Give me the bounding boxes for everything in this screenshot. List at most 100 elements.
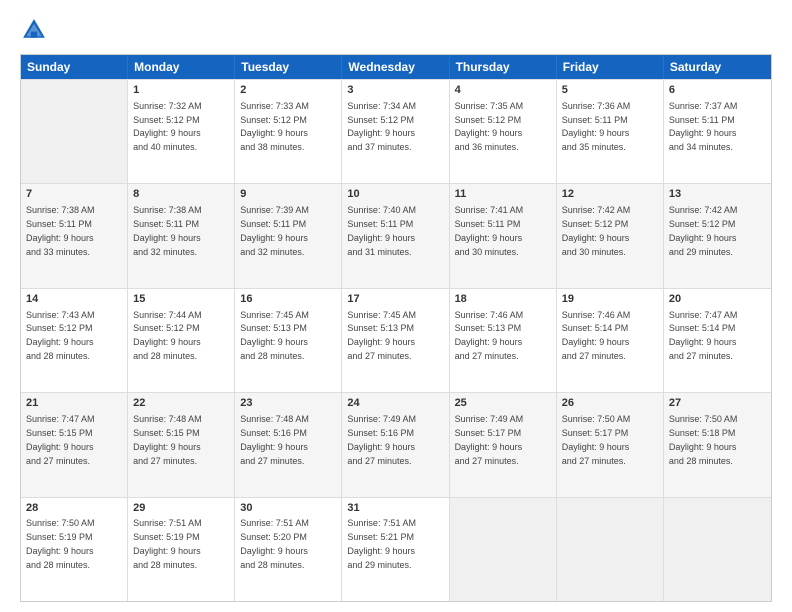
cell-info: Sunrise: 7:49 AMSunset: 5:16 PMDaylight:… xyxy=(347,414,416,465)
day-number: 4 xyxy=(455,83,551,98)
day-number: 25 xyxy=(455,396,551,411)
calendar-cell: 11 Sunrise: 7:41 AMSunset: 5:11 PMDaylig… xyxy=(450,184,557,287)
calendar-cell: 22 Sunrise: 7:48 AMSunset: 5:15 PMDaylig… xyxy=(128,393,235,496)
calendar-cell: 10 Sunrise: 7:40 AMSunset: 5:11 PMDaylig… xyxy=(342,184,449,287)
calendar-cell: 13 Sunrise: 7:42 AMSunset: 5:12 PMDaylig… xyxy=(664,184,771,287)
cell-info: Sunrise: 7:45 AMSunset: 5:13 PMDaylight:… xyxy=(347,310,416,361)
day-number: 12 xyxy=(562,187,658,202)
cell-info: Sunrise: 7:50 AMSunset: 5:18 PMDaylight:… xyxy=(669,414,738,465)
calendar-cell xyxy=(450,498,557,601)
header xyxy=(20,16,772,44)
header-day-tuesday: Tuesday xyxy=(235,55,342,79)
calendar-cell: 7 Sunrise: 7:38 AMSunset: 5:11 PMDayligh… xyxy=(21,184,128,287)
header-day-saturday: Saturday xyxy=(664,55,771,79)
cell-info: Sunrise: 7:39 AMSunset: 5:11 PMDaylight:… xyxy=(240,205,309,256)
calendar-cell: 26 Sunrise: 7:50 AMSunset: 5:17 PMDaylig… xyxy=(557,393,664,496)
day-number: 3 xyxy=(347,83,443,98)
calendar-cell: 6 Sunrise: 7:37 AMSunset: 5:11 PMDayligh… xyxy=(664,80,771,183)
calendar-cell: 14 Sunrise: 7:43 AMSunset: 5:12 PMDaylig… xyxy=(21,289,128,392)
calendar-cell: 2 Sunrise: 7:33 AMSunset: 5:12 PMDayligh… xyxy=(235,80,342,183)
calendar-week-4: 21 Sunrise: 7:47 AMSunset: 5:15 PMDaylig… xyxy=(21,392,771,496)
logo xyxy=(20,16,52,44)
day-number: 10 xyxy=(347,187,443,202)
calendar-week-1: 1 Sunrise: 7:32 AMSunset: 5:12 PMDayligh… xyxy=(21,79,771,183)
calendar-header: SundayMondayTuesdayWednesdayThursdayFrid… xyxy=(21,55,771,79)
calendar-cell: 29 Sunrise: 7:51 AMSunset: 5:19 PMDaylig… xyxy=(128,498,235,601)
calendar-cell: 31 Sunrise: 7:51 AMSunset: 5:21 PMDaylig… xyxy=(342,498,449,601)
cell-info: Sunrise: 7:41 AMSunset: 5:11 PMDaylight:… xyxy=(455,205,524,256)
day-number: 31 xyxy=(347,501,443,516)
cell-info: Sunrise: 7:47 AMSunset: 5:14 PMDaylight:… xyxy=(669,310,738,361)
cell-info: Sunrise: 7:43 AMSunset: 5:12 PMDaylight:… xyxy=(26,310,95,361)
calendar-cell xyxy=(557,498,664,601)
calendar-cell: 28 Sunrise: 7:50 AMSunset: 5:19 PMDaylig… xyxy=(21,498,128,601)
cell-info: Sunrise: 7:46 AMSunset: 5:13 PMDaylight:… xyxy=(455,310,524,361)
calendar-cell: 8 Sunrise: 7:38 AMSunset: 5:11 PMDayligh… xyxy=(128,184,235,287)
day-number: 29 xyxy=(133,501,229,516)
cell-info: Sunrise: 7:46 AMSunset: 5:14 PMDaylight:… xyxy=(562,310,631,361)
calendar-cell: 18 Sunrise: 7:46 AMSunset: 5:13 PMDaylig… xyxy=(450,289,557,392)
logo-icon xyxy=(20,16,48,44)
day-number: 26 xyxy=(562,396,658,411)
cell-info: Sunrise: 7:34 AMSunset: 5:12 PMDaylight:… xyxy=(347,101,416,152)
calendar-cell: 1 Sunrise: 7:32 AMSunset: 5:12 PMDayligh… xyxy=(128,80,235,183)
cell-info: Sunrise: 7:49 AMSunset: 5:17 PMDaylight:… xyxy=(455,414,524,465)
calendar-week-2: 7 Sunrise: 7:38 AMSunset: 5:11 PMDayligh… xyxy=(21,183,771,287)
calendar-week-3: 14 Sunrise: 7:43 AMSunset: 5:12 PMDaylig… xyxy=(21,288,771,392)
cell-info: Sunrise: 7:42 AMSunset: 5:12 PMDaylight:… xyxy=(669,205,738,256)
day-number: 23 xyxy=(240,396,336,411)
day-number: 5 xyxy=(562,83,658,98)
day-number: 6 xyxy=(669,83,766,98)
cell-info: Sunrise: 7:42 AMSunset: 5:12 PMDaylight:… xyxy=(562,205,631,256)
cell-info: Sunrise: 7:32 AMSunset: 5:12 PMDaylight:… xyxy=(133,101,202,152)
day-number: 15 xyxy=(133,292,229,307)
cell-info: Sunrise: 7:51 AMSunset: 5:19 PMDaylight:… xyxy=(133,518,202,569)
header-day-sunday: Sunday xyxy=(21,55,128,79)
calendar-cell: 25 Sunrise: 7:49 AMSunset: 5:17 PMDaylig… xyxy=(450,393,557,496)
day-number: 16 xyxy=(240,292,336,307)
day-number: 20 xyxy=(669,292,766,307)
cell-info: Sunrise: 7:48 AMSunset: 5:15 PMDaylight:… xyxy=(133,414,202,465)
calendar-cell: 15 Sunrise: 7:44 AMSunset: 5:12 PMDaylig… xyxy=(128,289,235,392)
calendar-cell: 16 Sunrise: 7:45 AMSunset: 5:13 PMDaylig… xyxy=(235,289,342,392)
day-number: 17 xyxy=(347,292,443,307)
day-number: 18 xyxy=(455,292,551,307)
header-day-monday: Monday xyxy=(128,55,235,79)
calendar: SundayMondayTuesdayWednesdayThursdayFrid… xyxy=(20,54,772,602)
cell-info: Sunrise: 7:51 AMSunset: 5:20 PMDaylight:… xyxy=(240,518,309,569)
cell-info: Sunrise: 7:37 AMSunset: 5:11 PMDaylight:… xyxy=(669,101,738,152)
cell-info: Sunrise: 7:47 AMSunset: 5:15 PMDaylight:… xyxy=(26,414,95,465)
day-number: 22 xyxy=(133,396,229,411)
day-number: 24 xyxy=(347,396,443,411)
calendar-cell: 21 Sunrise: 7:47 AMSunset: 5:15 PMDaylig… xyxy=(21,393,128,496)
calendar-cell: 20 Sunrise: 7:47 AMSunset: 5:14 PMDaylig… xyxy=(664,289,771,392)
header-day-wednesday: Wednesday xyxy=(342,55,449,79)
cell-info: Sunrise: 7:36 AMSunset: 5:11 PMDaylight:… xyxy=(562,101,631,152)
calendar-cell: 3 Sunrise: 7:34 AMSunset: 5:12 PMDayligh… xyxy=(342,80,449,183)
calendar-cell: 19 Sunrise: 7:46 AMSunset: 5:14 PMDaylig… xyxy=(557,289,664,392)
calendar-cell: 12 Sunrise: 7:42 AMSunset: 5:12 PMDaylig… xyxy=(557,184,664,287)
calendar-cell: 27 Sunrise: 7:50 AMSunset: 5:18 PMDaylig… xyxy=(664,393,771,496)
header-day-thursday: Thursday xyxy=(450,55,557,79)
calendar-body: 1 Sunrise: 7:32 AMSunset: 5:12 PMDayligh… xyxy=(21,79,771,601)
cell-info: Sunrise: 7:33 AMSunset: 5:12 PMDaylight:… xyxy=(240,101,309,152)
cell-info: Sunrise: 7:38 AMSunset: 5:11 PMDaylight:… xyxy=(26,205,95,256)
calendar-cell: 24 Sunrise: 7:49 AMSunset: 5:16 PMDaylig… xyxy=(342,393,449,496)
calendar-cell: 4 Sunrise: 7:35 AMSunset: 5:12 PMDayligh… xyxy=(450,80,557,183)
cell-info: Sunrise: 7:51 AMSunset: 5:21 PMDaylight:… xyxy=(347,518,416,569)
day-number: 9 xyxy=(240,187,336,202)
day-number: 27 xyxy=(669,396,766,411)
day-number: 19 xyxy=(562,292,658,307)
cell-info: Sunrise: 7:45 AMSunset: 5:13 PMDaylight:… xyxy=(240,310,309,361)
cell-info: Sunrise: 7:40 AMSunset: 5:11 PMDaylight:… xyxy=(347,205,416,256)
page: SundayMondayTuesdayWednesdayThursdayFrid… xyxy=(0,0,792,612)
cell-info: Sunrise: 7:38 AMSunset: 5:11 PMDaylight:… xyxy=(133,205,202,256)
day-number: 21 xyxy=(26,396,122,411)
cell-info: Sunrise: 7:48 AMSunset: 5:16 PMDaylight:… xyxy=(240,414,309,465)
calendar-cell: 23 Sunrise: 7:48 AMSunset: 5:16 PMDaylig… xyxy=(235,393,342,496)
calendar-week-5: 28 Sunrise: 7:50 AMSunset: 5:19 PMDaylig… xyxy=(21,497,771,601)
day-number: 14 xyxy=(26,292,122,307)
calendar-cell xyxy=(664,498,771,601)
day-number: 28 xyxy=(26,501,122,516)
cell-info: Sunrise: 7:50 AMSunset: 5:19 PMDaylight:… xyxy=(26,518,95,569)
